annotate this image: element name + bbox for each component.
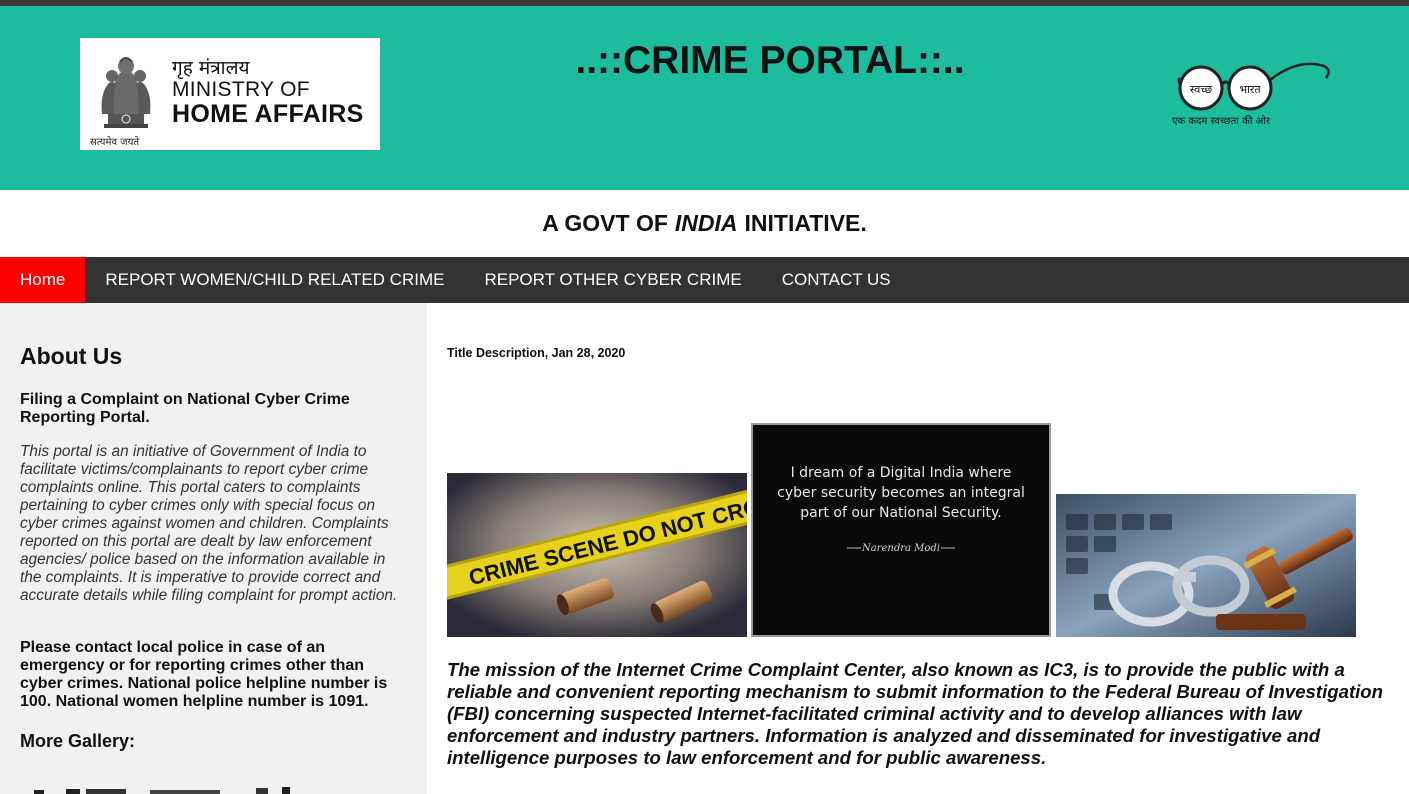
ministry-hindi-text: गृह मंत्रालय [172,57,250,79]
filing-heading: Filing a Complaint on National Cyber Cri… [20,391,350,426]
sidebar: About Us Filing a Complaint on National … [0,303,427,794]
quote-line-1: I dream of a Digital India where [791,465,1012,481]
national-emblem-icon [101,57,151,128]
nav-contact-us[interactable]: CONTACT US [762,257,911,303]
nav-report-other-cyber-crime[interactable]: REPORT OTHER CYBER CRIME [464,257,761,303]
about-heading: About Us [20,343,123,369]
quote-line-3: part of our National Security. [800,505,1001,521]
initiative-banner: A GOVT OF INDIA INITIATIVE. [0,190,1409,257]
ministry-line2: HOME AFFAIRS [172,100,364,128]
quote-author: Narendra Modi [861,543,940,554]
about-paragraph: This portal is an initiative of Governme… [20,443,398,604]
page-title: ..::CRIME PORTAL::.. [575,39,965,82]
initiative-prefix: A GOVT OF [542,210,668,236]
nav-report-women-child-crime[interactable]: REPORT WOMEN/CHILD RELATED CRIME [85,257,464,303]
mha-logo[interactable]: सत्यमेव जयते गृह मंत्रालय MINISTRY OF HO… [80,38,380,150]
swachh-right-text: भारत [1239,83,1261,96]
post-date: Title Description, Jan 28, 2020 [447,346,626,360]
quote-line-2: cyber security becomes an integral [777,485,1025,501]
mission-statement: The mission of the Internet Crime Compla… [447,659,1384,768]
main-content: Title Description, Jan 28, 2020 CRIME SC… [427,303,1409,794]
gallery-thumbnail-strip[interactable] [20,781,320,794]
nav-home[interactable]: Home [0,257,86,303]
crime-scene-image[interactable]: CRIME SCENE DO NOT CROSS [447,473,747,637]
site-header: सत्यमेव जयते गृह मंत्रालय MINISTRY OF HO… [0,6,1409,190]
swachh-left-text: स्वच्छ [1190,83,1212,96]
swachh-tagline: एक कदम स्वच्छता की ओर [1172,116,1270,127]
initiative-suffix: INITIATIVE. [744,210,867,236]
handcuffs-gavel-image[interactable] [1056,494,1356,637]
gallery-heading: More Gallery: [20,731,136,751]
contact-paragraph: Please contact local police in case of a… [20,639,388,710]
emblem-motto: सत्यमेव जयते [90,137,140,148]
initiative-emphasis: INDIA [674,210,738,236]
main-navbar: Home REPORT WOMEN/CHILD RELATED CRIME RE… [0,257,1409,303]
ministry-line1: MINISTRY OF [172,78,310,101]
modi-quote-image[interactable]: I dream of a Digital India where cyber s… [751,423,1051,637]
